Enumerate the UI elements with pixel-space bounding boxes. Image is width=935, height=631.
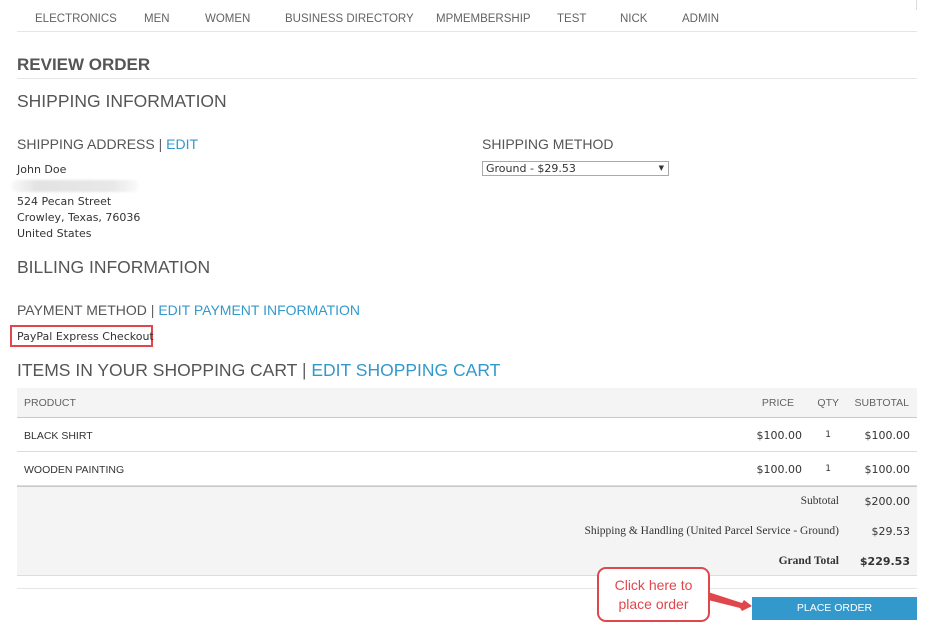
cart-section-title: ITEMS IN YOUR SHOPPING CART | EDIT SHOPP…: [17, 360, 500, 381]
edit-shipping-address-link[interactable]: EDIT: [166, 136, 198, 152]
nav-item-test[interactable]: TEST: [557, 13, 586, 25]
shipping-handling-value: $29.53: [871, 525, 911, 538]
billing-section-title: BILLING INFORMATION: [17, 257, 211, 277]
nav-item-women[interactable]: WOMEN: [205, 13, 250, 25]
nav-item-nick[interactable]: NICK: [620, 13, 647, 25]
subtotal-value: $200.00: [864, 495, 911, 508]
heading-separator: |: [158, 136, 163, 152]
shipping-method-select[interactable]: Ground - $29.53 ▼: [482, 161, 669, 176]
product-price: $100.00: [756, 429, 803, 442]
shipping-method-value: Ground - $29.53: [486, 162, 576, 175]
address-street: 524 Pecan Street: [17, 195, 112, 208]
product-price: $100.00: [756, 463, 803, 476]
callout-line-2: place order: [618, 596, 689, 612]
cart-title: ITEMS IN YOUR SHOPPING CART: [17, 360, 298, 380]
nav-item-men[interactable]: MEN: [144, 13, 170, 25]
column-header-price: PRICE: [761, 397, 794, 409]
order-totals: Subtotal $200.00 Shipping & Handling (Un…: [17, 486, 917, 576]
page-title: REVIEW ORDER: [17, 55, 151, 74]
redacted-address-line: [11, 180, 139, 192]
place-order-button[interactable]: PLACE ORDER: [752, 597, 917, 620]
nav-item-business-directory[interactable]: BUSINESS DIRECTORY: [285, 13, 414, 25]
grand-total-value: $229.53: [859, 555, 910, 568]
nav-item-mpmembership[interactable]: MPMEMBERSHIP: [436, 13, 531, 25]
shipping-method-label: SHIPPING METHOD: [482, 136, 614, 152]
scrollbar-edge: [916, 0, 917, 10]
product-name: WOODEN PAINTING: [24, 464, 125, 476]
shipping-section-title: SHIPPING INFORMATION: [17, 91, 227, 111]
bottom-divider: [17, 588, 917, 589]
nav-item-electronics[interactable]: ELECTRONICS: [35, 13, 117, 25]
dropdown-arrow-icon: ▼: [658, 164, 664, 172]
edit-shopping-cart-link[interactable]: EDIT SHOPPING CART: [311, 360, 500, 380]
heading-separator: |: [150, 302, 155, 318]
shipping-handling-label: Shipping & Handling (United Parcel Servi…: [584, 525, 839, 537]
payment-method-label: PAYMENT METHOD: [17, 302, 147, 318]
subtotal-label: Subtotal: [800, 495, 839, 507]
product-name: BLACK SHIRT: [24, 430, 93, 442]
column-header-product: PRODUCT: [24, 397, 76, 409]
column-header-subtotal: SUBTOTAL: [854, 397, 909, 409]
address-city-line: Crowley, Texas, 76036: [17, 211, 141, 224]
nav-item-admin[interactable]: ADMIN: [682, 13, 719, 25]
shipping-address-label: SHIPPING ADDRESS: [17, 136, 155, 152]
title-divider: [17, 78, 917, 79]
cart-table: PRODUCT PRICE QTY SUBTOTAL BLACK SHIRT $…: [17, 388, 917, 576]
product-subtotal: $100.00: [864, 429, 911, 442]
payment-method-heading: PAYMENT METHOD | EDIT PAYMENT INFORMATIO…: [17, 302, 360, 318]
address-country: United States: [17, 227, 92, 240]
edit-payment-information-link[interactable]: EDIT PAYMENT INFORMATION: [158, 302, 360, 318]
heading-separator: |: [301, 360, 307, 380]
product-subtotal: $100.00: [864, 463, 911, 476]
table-header: PRODUCT PRICE QTY SUBTOTAL: [17, 388, 917, 418]
table-row: BLACK SHIRT $100.00 1 $100.00: [17, 418, 917, 452]
payment-method-value: PayPal Express Checkout: [10, 325, 154, 347]
column-header-qty: QTY: [817, 397, 839, 409]
grand-total-label: Grand Total: [778, 555, 839, 567]
callout-line-1: Click here to: [614, 577, 693, 593]
address-name: John Doe: [17, 163, 67, 176]
product-qty: 1: [825, 430, 831, 440]
shipping-address-heading: SHIPPING ADDRESS | EDIT: [17, 136, 198, 152]
top-navigation: ELECTRONICS MEN WOMEN BUSINESS DIRECTORY…: [17, 0, 917, 32]
table-row: WOODEN PAINTING $100.00 1 $100.00: [17, 452, 917, 486]
product-qty: 1: [825, 464, 831, 474]
place-order-callout: Click here to place order: [597, 567, 710, 622]
